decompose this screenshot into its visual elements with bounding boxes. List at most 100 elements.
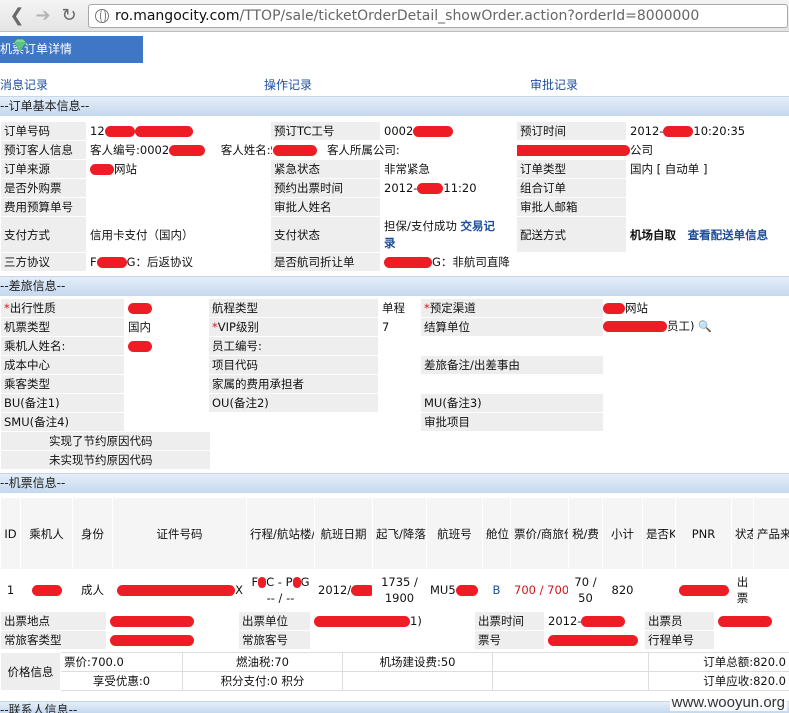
row-date: 2012/ — [314, 569, 373, 610]
col-cabin: 舱位 — [482, 497, 511, 570]
redaction — [417, 183, 444, 194]
redaction — [104, 126, 135, 137]
col-status: 状态 — [731, 497, 754, 570]
issue-time-cell: 2012- 11:20 — [380, 178, 517, 198]
nature — [124, 298, 209, 318]
col-source: 产品来源 — [753, 497, 789, 570]
col-route: 行程/航站楼/客票状态 — [246, 497, 315, 570]
col-dep-arr: 起飞/降落 — [372, 497, 427, 570]
approval-log-link[interactable]: 审批记录 — [530, 76, 578, 93]
label-urgent: 紧急状态 — [270, 159, 381, 179]
row-cabin: B — [482, 569, 511, 610]
price-total: 订单总额:820.0 — [648, 652, 789, 672]
label-order-type: 订单类型 — [516, 159, 627, 179]
tc: 0002 — [384, 124, 414, 138]
issue-time-date: 2012- — [384, 181, 418, 195]
book-time-cell: 2012- 10:20:35 — [626, 121, 789, 141]
cust-name-label: 客人姓名: — [220, 143, 271, 157]
discount: G：非航司直降 — [432, 255, 510, 269]
label-unsaved-reason: 未实现节约原因代码 — [0, 450, 211, 470]
label-ff-no: 常旅客号 — [238, 630, 311, 650]
tc-cell: 0002 — [380, 121, 517, 141]
label-ou: OU(备注2) — [208, 393, 379, 413]
operation-log-link[interactable]: 操作记录 — [264, 76, 312, 93]
section-flight-header: --机票信息-- — [0, 473, 789, 493]
order-type: 国内 [ 自动单 ] — [626, 159, 789, 179]
ff-type — [106, 630, 239, 650]
smu — [124, 412, 209, 432]
page-title-tab: 机票订单详情 — [0, 36, 143, 63]
watermark: www.wooyun.org — [669, 694, 787, 711]
row-k — [642, 569, 676, 610]
label-issue-unit: 出票单位 — [238, 611, 311, 631]
delivery: 机场自取 — [630, 227, 676, 242]
label-approver-mail: 审批人邮箱 — [516, 197, 627, 217]
row-subtotal: 820 — [602, 569, 643, 610]
label-issue-time: 预约出票时间 — [270, 178, 381, 198]
record-links: 消息记录 操作记录 审批记录 — [0, 76, 789, 92]
trade-record-link[interactable]: 交易记 — [461, 219, 496, 233]
redaction — [110, 635, 194, 646]
cust-no-cell: 客人编号:0002 客人姓名: — [86, 140, 271, 160]
label-discount: 是否航司折让单 — [270, 252, 381, 272]
label-bu: BU(备注1) — [0, 393, 125, 413]
row-pnr — [675, 569, 732, 610]
label-nature: *出行性质 — [0, 298, 125, 318]
label-approve-item: 审批项目 — [420, 412, 604, 432]
pay-status: 担保/支付成功 — [384, 218, 457, 233]
price-fuel: 燃油税:70 — [182, 652, 343, 672]
message-log-link[interactable]: 消息记录 — [0, 76, 48, 93]
order-no-cell: 12 — [86, 121, 271, 141]
price-airport: 机场建设费:50 — [342, 652, 493, 672]
travel-info-table: *出行性质 航程类型 单程 *预定渠道 机票类型 国内 *VIP级别 7 结算单… — [0, 298, 604, 432]
basic-info-table: 订单号码 12 预订TC工号 0002 预订时间 2012- 10:20:35 预… — [0, 121, 789, 272]
label-ff-type: 常旅客类型 — [0, 630, 107, 650]
label-ticket-type: 机票类型 — [0, 317, 125, 337]
row-id: 1 — [0, 569, 21, 610]
label-pay: 支付方式 — [0, 216, 87, 253]
label-emp-no: 员工编号: — [208, 336, 379, 356]
col-tax: 税/费 — [568, 497, 603, 570]
back-icon[interactable]: ❮ — [6, 5, 28, 27]
redaction — [258, 576, 267, 588]
emp-no — [378, 336, 421, 356]
blank — [378, 412, 421, 432]
cust-name-cell: 0002 客人所属公司: — [270, 140, 517, 160]
section-travel-header: --差旅信息-- — [0, 276, 789, 296]
col-k: 是否K位 — [642, 497, 676, 570]
passenger — [124, 336, 209, 356]
label-tc: 预订TC工号 — [270, 121, 381, 141]
label-settle: 结算单位 — [420, 317, 604, 337]
pay-status-cell: 担保/支付成功 交易记录 — [380, 216, 517, 253]
reload-icon[interactable]: ↻ — [58, 5, 80, 27]
col-subtotal: 小计 — [602, 497, 643, 570]
redaction — [351, 584, 372, 596]
label-approver: 审批人姓名 — [270, 197, 381, 217]
label-saved-reason: 实现了节约原因代码 — [0, 431, 211, 451]
label-price: 价格信息 — [0, 652, 61, 691]
flight-table: ID 乘机人 身份 证件号码 行程/航站楼/客票状态 航班日期 起飞/降落 航班… — [0, 497, 789, 610]
label-channel: *预定渠道 — [420, 298, 604, 318]
order-no: 12 — [90, 124, 105, 138]
discount-cell: G：非航司直降 — [380, 252, 789, 272]
redaction — [517, 145, 630, 156]
channel-value: 网站 — [603, 300, 648, 316]
search-icon[interactable]: 🔍 — [698, 320, 712, 333]
approver — [380, 197, 517, 217]
redaction — [455, 584, 478, 596]
price-fare: 票价:700.0 — [60, 652, 183, 672]
trade-record-link-tail[interactable]: 录 — [384, 236, 396, 250]
forward-icon[interactable]: ➔ — [32, 5, 54, 27]
price-points: 积分支付:0 积分 — [182, 671, 343, 691]
label-order-no: 订单号码 — [0, 121, 87, 141]
row-flight-no: MU5 — [426, 569, 483, 610]
redaction — [413, 126, 454, 137]
delivery-link[interactable]: 查看配送单信息 — [688, 228, 769, 242]
redaction — [128, 303, 152, 314]
address-bar[interactable]: ro.mangocity.com/TTOP/sale/ticketOrderDe… — [88, 3, 788, 28]
label-source: 订单来源 — [0, 159, 87, 179]
agreement-b: G：后返协议 — [126, 255, 194, 269]
pay: 信用卡支付（国内） — [86, 216, 271, 253]
label-issue-time: 出票时间 — [474, 611, 545, 631]
cost-center — [124, 355, 209, 375]
